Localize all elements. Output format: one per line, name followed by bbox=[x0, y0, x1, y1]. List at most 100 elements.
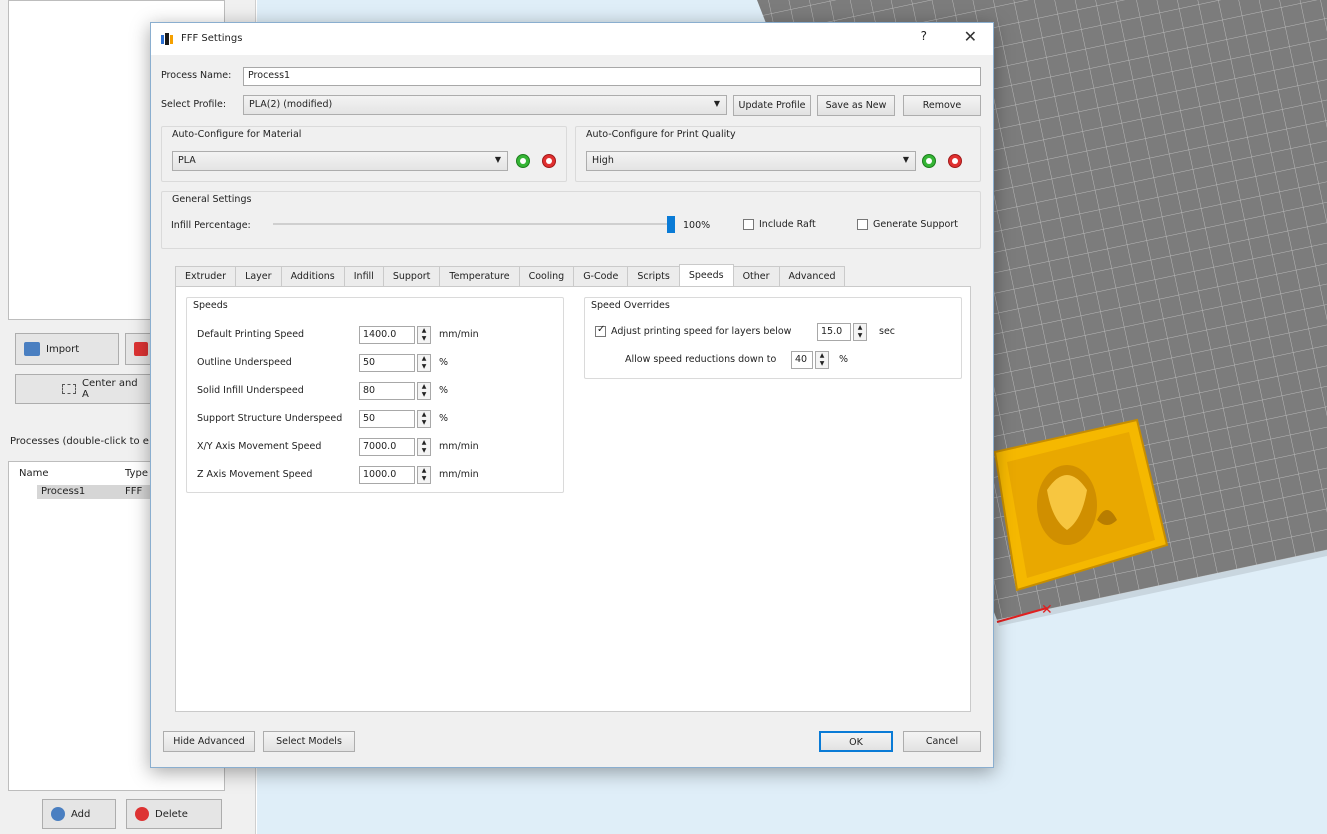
spinner-arrows-icon[interactable]: ▲ ▼ bbox=[417, 410, 431, 428]
speed-value-input[interactable]: 1400.0 bbox=[359, 326, 415, 344]
speeds-group: Speeds Default Printing Speed 1400.0 ▲ ▼ mm/… bbox=[186, 297, 564, 493]
add-quality-icon[interactable] bbox=[922, 154, 936, 168]
speed-label: Default Printing Speed bbox=[197, 329, 305, 340]
adjust-speed-label: Adjust printing speed for layers below bbox=[611, 326, 792, 337]
tab-advanced[interactable]: Advanced bbox=[778, 266, 846, 286]
tab-other[interactable]: Other bbox=[732, 266, 780, 286]
general-settings-title: General Settings bbox=[172, 194, 252, 205]
process-name-label: Process Name: bbox=[161, 70, 232, 81]
tab-speeds[interactable]: Speeds bbox=[678, 264, 734, 286]
speed-value-input[interactable]: 50 bbox=[359, 354, 415, 372]
tab-infill[interactable]: Infill bbox=[343, 266, 384, 286]
speed-value-input[interactable]: 1000.0 bbox=[359, 466, 415, 484]
include-raft-checkbox[interactable] bbox=[743, 219, 754, 230]
select-models-button[interactable]: Select Models bbox=[263, 731, 355, 752]
spinner-arrows-icon[interactable]: ▲ ▼ bbox=[417, 326, 431, 344]
hide-advanced-button[interactable]: Hide Advanced bbox=[163, 731, 255, 752]
generate-support-label: Generate Support bbox=[873, 219, 958, 230]
title-bar[interactable]: FFF Settings ? ✕ bbox=[151, 23, 993, 55]
cancel-button[interactable]: Cancel bbox=[903, 731, 981, 752]
quality-group-title: Auto-Configure for Print Quality bbox=[586, 129, 736, 140]
select-profile-dropdown[interactable]: PLA(2) (modified) ▼ bbox=[243, 95, 727, 115]
tab-temperature[interactable]: Temperature bbox=[439, 266, 520, 286]
process-row[interactable]: Process1 FFF bbox=[37, 485, 157, 499]
dialog-title: FFF Settings bbox=[181, 33, 243, 44]
tab-extruder[interactable]: Extruder bbox=[175, 266, 237, 286]
speed-label: Z Axis Movement Speed bbox=[197, 469, 313, 480]
process-name-input[interactable]: Process1 bbox=[243, 67, 981, 86]
processes-label: Processes (double-click to e bbox=[10, 436, 149, 447]
generate-support-checkbox[interactable] bbox=[857, 219, 868, 230]
tab-g-code[interactable]: G-Code bbox=[573, 266, 629, 286]
import-button[interactable]: Import bbox=[15, 333, 119, 365]
speed-label: Solid Infill Underspeed bbox=[197, 385, 304, 396]
adjust-speed-checkbox[interactable] bbox=[595, 324, 606, 337]
tab-support[interactable]: Support bbox=[382, 266, 441, 286]
remove-quality-icon[interactable] bbox=[948, 154, 962, 168]
speed-unit: mm/min bbox=[439, 469, 479, 480]
tab-scripts[interactable]: Scripts bbox=[627, 266, 680, 286]
chevron-down-icon: ▼ bbox=[713, 99, 720, 108]
spinner-arrows-icon[interactable]: ▲ ▼ bbox=[417, 438, 431, 456]
fff-settings-dialog: FFF Settings ? ✕ Process Name: Process1 … bbox=[150, 22, 994, 768]
speed-label: Support Structure Underspeed bbox=[197, 413, 343, 424]
tab-cooling[interactable]: Cooling bbox=[518, 266, 575, 286]
speed-unit: % bbox=[439, 357, 449, 368]
speed-unit: % bbox=[439, 385, 449, 396]
speed-spinner[interactable]: 50 ▲ ▼ bbox=[359, 410, 431, 428]
delete-process-button[interactable]: Delete bbox=[126, 799, 222, 829]
speed-label: Outline Underspeed bbox=[197, 357, 292, 368]
column-header-type: Type bbox=[125, 468, 148, 479]
spinner-arrows-icon[interactable]: ▲ ▼ bbox=[417, 354, 431, 372]
select-profile-label: Select Profile: bbox=[161, 99, 227, 110]
add-process-button[interactable]: Add bbox=[42, 799, 116, 829]
spinner-arrows-icon[interactable]: ▲ ▼ bbox=[853, 323, 867, 341]
tab-additions[interactable]: Additions bbox=[280, 266, 345, 286]
save-as-new-button[interactable]: Save as New bbox=[817, 95, 895, 116]
speed-value-input[interactable]: 7000.0 bbox=[359, 438, 415, 456]
material-group-title: Auto-Configure for Material bbox=[172, 129, 302, 140]
app-icon bbox=[161, 33, 173, 45]
adjust-speed-spinner[interactable]: 15.0 ▲ ▼ bbox=[817, 323, 875, 341]
material-dropdown[interactable]: PLA ▼ bbox=[172, 151, 508, 171]
add-material-icon[interactable] bbox=[516, 154, 530, 168]
spinner-arrows-icon[interactable]: ▲ ▼ bbox=[417, 382, 431, 400]
speed-spinner[interactable]: 80 ▲ ▼ bbox=[359, 382, 431, 400]
tab-bar: Extruder Layer Additions Infill Support Tempe… bbox=[175, 264, 846, 286]
tab-layer[interactable]: Layer bbox=[235, 266, 282, 286]
speed-spinner[interactable]: 50 ▲ ▼ bbox=[359, 354, 431, 372]
remove-icon bbox=[134, 342, 148, 356]
delete-icon bbox=[135, 807, 149, 821]
allow-reductions-spinner[interactable]: 40 ▲ ▼ bbox=[791, 351, 831, 369]
infill-label: Infill Percentage: bbox=[171, 220, 251, 231]
remove-profile-button[interactable]: Remove bbox=[903, 95, 981, 116]
import-icon bbox=[24, 342, 40, 356]
material-group: Auto-Configure for Material PLA ▼ bbox=[161, 126, 567, 182]
update-profile-button[interactable]: Update Profile bbox=[733, 95, 811, 116]
spinner-arrows-icon[interactable]: ▲ ▼ bbox=[815, 351, 829, 369]
speed-value-input[interactable]: 80 bbox=[359, 382, 415, 400]
help-button[interactable]: ? bbox=[921, 29, 927, 43]
include-raft-label: Include Raft bbox=[759, 219, 816, 230]
adjust-speed-unit: sec bbox=[879, 326, 896, 337]
speed-spinner[interactable]: 7000.0 ▲ ▼ bbox=[359, 438, 431, 456]
speed-overrides-group: Speed Overrides Adjust printing speed fo… bbox=[584, 297, 962, 379]
ok-button[interactable]: OK bbox=[819, 731, 893, 752]
spinner-arrows-icon[interactable]: ▲ ▼ bbox=[417, 466, 431, 484]
quality-dropdown[interactable]: High ▼ bbox=[586, 151, 916, 171]
speed-spinner[interactable]: 1000.0 ▲ ▼ bbox=[359, 466, 431, 484]
speed-unit: % bbox=[439, 413, 449, 424]
close-button[interactable]: ✕ bbox=[964, 27, 977, 46]
center-and-arrange-button[interactable]: Center and A bbox=[15, 374, 155, 404]
infill-slider-handle[interactable] bbox=[667, 216, 675, 233]
chevron-down-icon: ▼ bbox=[494, 155, 501, 164]
process-type: FFF bbox=[125, 486, 143, 497]
quality-group: Auto-Configure for Print Quality High ▼ bbox=[575, 126, 981, 182]
speed-value-input[interactable]: 50 bbox=[359, 410, 415, 428]
speed-unit: mm/min bbox=[439, 441, 479, 452]
speed-overrides-title: Speed Overrides bbox=[591, 300, 670, 311]
speed-spinner[interactable]: 1400.0 ▲ ▼ bbox=[359, 326, 431, 344]
remove-material-icon[interactable] bbox=[542, 154, 556, 168]
infill-slider-track[interactable] bbox=[273, 223, 673, 225]
chevron-down-icon: ▼ bbox=[902, 155, 909, 164]
